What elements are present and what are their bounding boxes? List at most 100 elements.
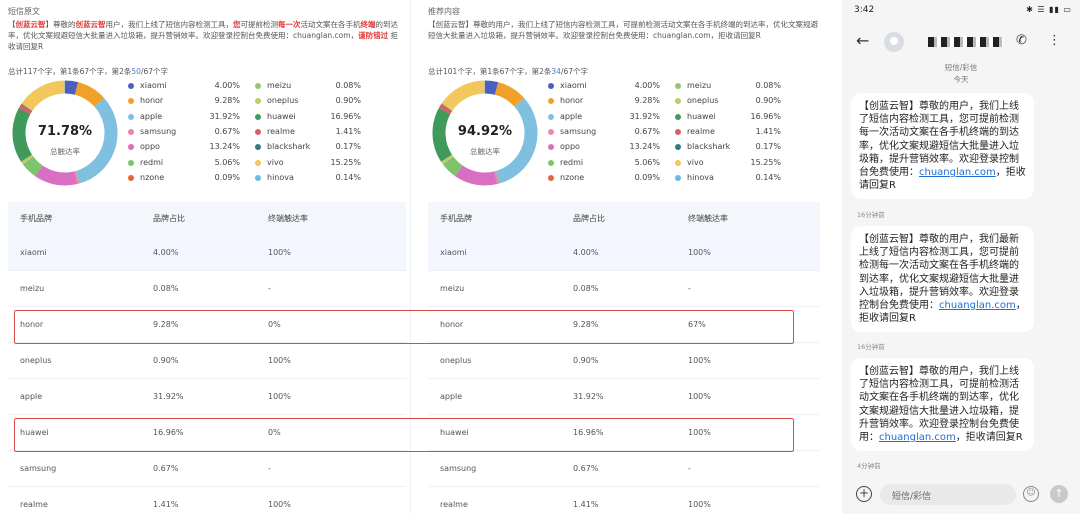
- legend-name: apple: [140, 111, 163, 121]
- table-cell: 100%: [688, 392, 711, 401]
- sms-recommended-text: 【创蓝云智】尊敬的用户，我们上线了短信内容检测工具，可提前检测活动文案在各手机终…: [428, 20, 818, 40]
- legend-value: 4.00%: [214, 81, 240, 90]
- donut-slice-redmi: [443, 156, 463, 177]
- table-cell: 100%: [688, 356, 711, 365]
- legend-dot: [255, 83, 261, 89]
- message-input[interactable]: 短信/彩信: [880, 484, 1016, 505]
- donut-slice-oneplus: [21, 154, 34, 165]
- legend-dot: [548, 98, 554, 105]
- avatar[interactable]: [884, 32, 904, 52]
- table-header: 手机品牌 品牌占比 终端触达率: [8, 202, 406, 235]
- legend-name: nzone: [140, 172, 165, 182]
- char-count-suffix: /67个字: [140, 67, 169, 76]
- legend-name: realme: [687, 126, 715, 136]
- total-reach-rate: 71.78%: [37, 124, 93, 139]
- back-arrow-icon[interactable]: ←: [856, 31, 869, 50]
- message-bubble[interactable]: 【创蓝云智】尊敬的用户，我们最新上线了短信内容检测工具，您可提前检测每一次活动文…: [851, 226, 1034, 333]
- legend-dot: [128, 83, 134, 89]
- donut-slice-oppo: [455, 165, 498, 186]
- message-timestamp: 16分钟前: [857, 343, 885, 351]
- message-bubble[interactable]: 【创蓝云智】尊敬的用户，我们上线了短信内容检测工具，可提前检测活动文案在各手机终…: [851, 358, 1034, 452]
- legend-name: samsung: [140, 126, 177, 136]
- donut-slice-honor: [74, 82, 105, 107]
- table-cell: -: [688, 284, 691, 293]
- desc-text: 】尊敬的: [45, 20, 76, 29]
- legend-dot: [255, 174, 261, 181]
- legend-name: huawei: [687, 111, 716, 121]
- phone-call-icon[interactable]: ✆: [1016, 33, 1027, 48]
- add-attachment-icon[interactable]: +: [856, 486, 872, 502]
- sms-original-text: 【创蓝云智】尊敬的创蓝云智用户，我们上线了短信内容检测工具，您可提前检测每一次活…: [8, 19, 402, 52]
- table-cell: 4.00%: [573, 248, 599, 257]
- legend-name: nzone: [560, 172, 585, 182]
- table-cell: 0.08%: [573, 284, 599, 293]
- table-cell: 0.90%: [153, 356, 179, 365]
- column-header: 手机品牌: [20, 214, 52, 223]
- emoji-icon[interactable]: ☺: [1023, 486, 1039, 502]
- legend-dot: [675, 83, 681, 89]
- message-link[interactable]: chuanglan.com: [879, 432, 956, 443]
- legend-name: oppo: [140, 142, 160, 152]
- legend-name: xiaomi: [140, 81, 167, 90]
- legend-dot: [548, 83, 554, 89]
- legend-value: 0.14%: [755, 172, 781, 182]
- table-cell: realme: [20, 500, 48, 509]
- table-cell: xiaomi: [20, 248, 47, 257]
- table-cell: -: [268, 464, 271, 473]
- message-link[interactable]: chuanglan.com: [919, 167, 996, 178]
- message-tail: ，拒收请回复R: [955, 432, 1023, 444]
- legend-value: 0.67%: [214, 126, 240, 136]
- donut-slice-vivo: [441, 80, 486, 112]
- legend-value: 0.14%: [335, 172, 361, 182]
- char-count-text: 总计101个字，第1条67个字，第2条: [428, 67, 552, 76]
- table-cell: 4.00%: [153, 248, 179, 257]
- legend-name: hinova: [267, 172, 294, 182]
- legend-value: 0.09%: [214, 172, 240, 182]
- legend-value: 31.92%: [629, 111, 660, 121]
- char-count-suffix: /67个字: [560, 67, 589, 76]
- legend-value: 9.28%: [634, 96, 660, 106]
- legend-value: 15.25%: [330, 157, 361, 167]
- more-options-icon[interactable]: ⋮: [1048, 33, 1061, 48]
- table-cell: xiaomi: [440, 248, 467, 257]
- legend-dot: [548, 174, 554, 181]
- donut-slice-realme: [18, 104, 33, 115]
- message-link[interactable]: chuanglan.com: [939, 300, 1016, 311]
- legend-dot: [548, 128, 554, 135]
- legend-value: 0.17%: [335, 142, 361, 152]
- message-bubble[interactable]: 【创蓝云智】尊敬的用户，我们上线了短信内容检测工具，您可提前检测每一次活动文案在…: [851, 93, 1034, 200]
- legend-name: vivo: [267, 157, 284, 167]
- donut-slice-oppo: [35, 165, 78, 186]
- legend-value: 5.06%: [214, 157, 240, 167]
- table-cell: 100%: [688, 248, 711, 257]
- donut-slice-xiaomi: [484, 80, 499, 95]
- legend-dot: [675, 98, 681, 105]
- column-header: 品牌占比: [573, 214, 605, 223]
- table-cell: 0.67%: [573, 464, 599, 473]
- legend-name: vivo: [687, 157, 704, 167]
- char-count-text: 总计117个字，第1条67个字，第2条: [8, 67, 132, 76]
- legend-dot: [675, 128, 681, 135]
- desc-text: 用户，我们上线了短信内容检测工具，: [105, 20, 234, 29]
- status-icons: ✱ ☰ ▮▮ ▭: [1026, 5, 1072, 14]
- table-cell: 0.08%: [153, 284, 179, 293]
- legend-name: honor: [560, 96, 584, 106]
- legend-value: 31.92%: [209, 111, 240, 121]
- legend-name: blackshark: [267, 142, 311, 152]
- legend-dot: [255, 144, 261, 151]
- status-time: 3:42: [854, 5, 875, 15]
- donut-slice-redmi: [23, 156, 43, 177]
- highlighted-text: 终端: [360, 20, 376, 29]
- send-icon[interactable]: ↑: [1050, 485, 1068, 503]
- table-cell: 100%: [268, 356, 291, 365]
- table-row: xiaomi 4.00% 100%: [8, 235, 406, 271]
- highlighted-text: 每一次: [278, 20, 301, 29]
- table-cell: realme: [440, 500, 468, 509]
- total-reach-rate: 94.92%: [457, 124, 513, 139]
- reach-rate-donut: 94.92% 总触达率: [428, 76, 542, 190]
- legend-dot: [548, 113, 554, 120]
- legend-value: 0.17%: [755, 142, 781, 152]
- legend-name: oneplus: [687, 96, 719, 106]
- donut-slice-apple: [75, 98, 118, 184]
- brand-table: 手机品牌 品牌占比 终端触达率 xiaomi 4.00% 100% meizu 0.08% - h…: [8, 202, 406, 514]
